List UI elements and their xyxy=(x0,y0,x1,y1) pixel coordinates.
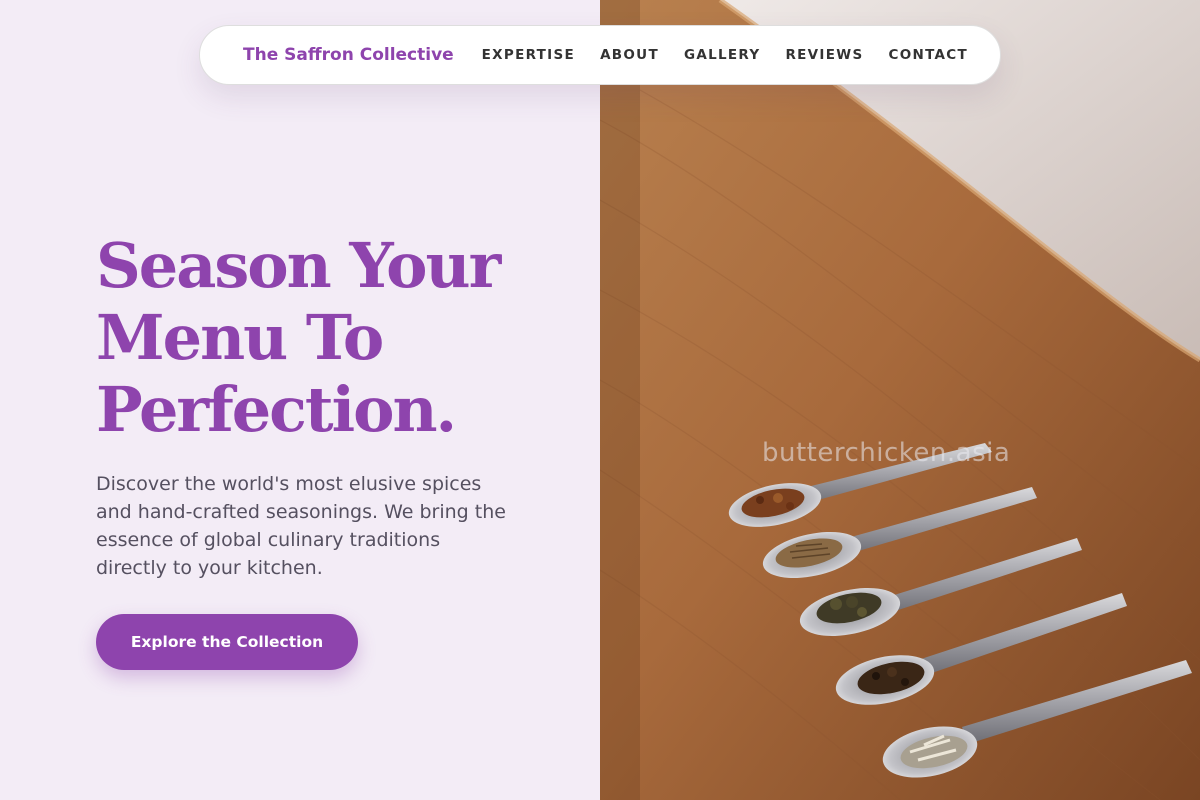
nav-links: EXPERTISE ABOUT GALLERY REVIEWS CONTACT xyxy=(482,26,968,84)
hero-title-line-3: Perfection. xyxy=(96,373,457,446)
nav-link-reviews[interactable]: REVIEWS xyxy=(785,47,863,63)
hero-title-line-1: Season Your xyxy=(96,229,501,302)
hero-left-panel: Season Your Menu To Perfection. Discover… xyxy=(0,0,600,800)
nav-link-about[interactable]: ABOUT xyxy=(600,47,659,63)
hero-title: Season Your Menu To Perfection. xyxy=(96,230,576,446)
nav-link-contact[interactable]: CONTACT xyxy=(888,47,968,63)
watermark-text: butterchicken.asia xyxy=(762,438,1011,468)
brand-logo-link[interactable]: The Saffron Collective xyxy=(243,26,454,84)
explore-collection-button[interactable]: Explore the Collection xyxy=(96,614,358,670)
nav-link-expertise[interactable]: EXPERTISE xyxy=(482,47,575,63)
spice-spoons-photo-image xyxy=(600,0,1200,800)
hero-title-line-2: Menu To xyxy=(96,301,384,374)
spice-spoons-illustration xyxy=(600,0,1200,800)
top-navbar: The Saffron Collective EXPERTISE ABOUT G… xyxy=(199,25,1001,85)
hero-subtitle: Discover the world's most elusive spices… xyxy=(96,473,506,579)
nav-link-gallery[interactable]: GALLERY xyxy=(684,47,761,63)
